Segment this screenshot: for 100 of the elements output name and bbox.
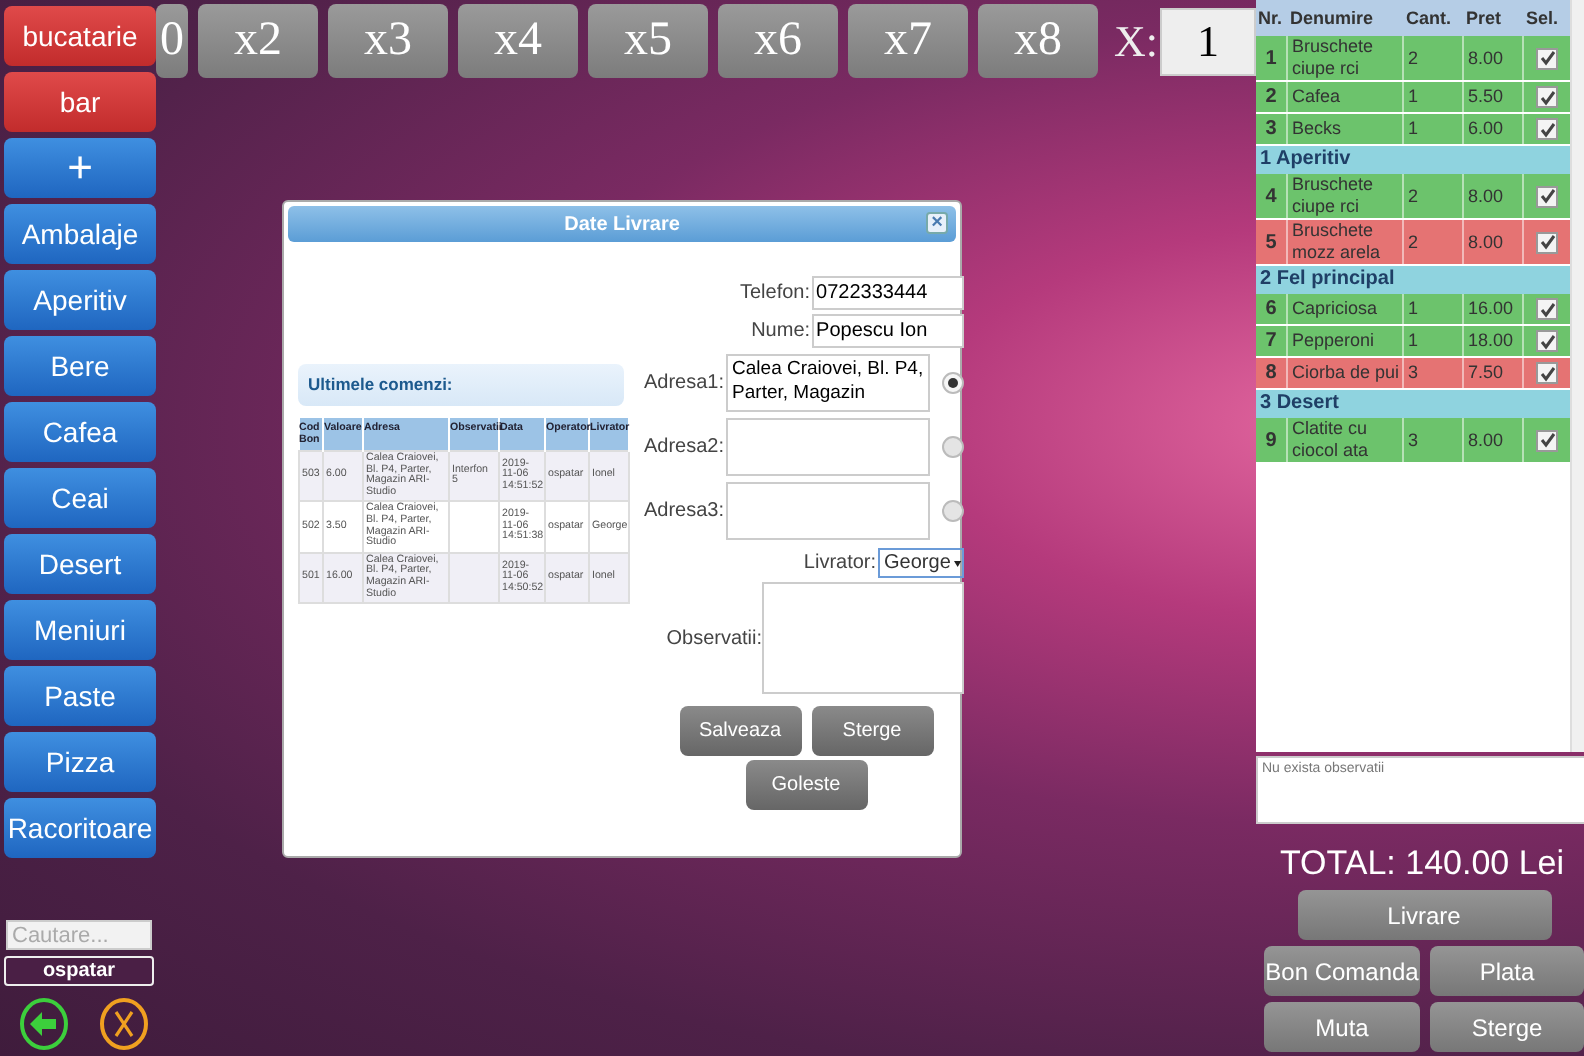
item-price: 16.00 [1464, 294, 1524, 324]
category-button[interactable]: Desert [4, 534, 156, 594]
category-button[interactable]: Ceai [4, 468, 156, 528]
item-name: Pepperoni [1288, 326, 1404, 356]
radio-button[interactable] [942, 436, 965, 458]
row-number: 1 [1256, 36, 1288, 80]
select-checkbox[interactable] [1536, 118, 1558, 140]
row-number: 4 [1256, 174, 1288, 218]
select-checkbox[interactable] [1536, 185, 1558, 207]
column-header: Nr. [1256, 8, 1285, 28]
order-row[interactable]: 6 Capriciosa 1 16.00 [1256, 294, 1570, 326]
item-name: Becks [1288, 114, 1404, 144]
multiplier-button[interactable]: x3 [328, 4, 448, 78]
item-name: Bruschete ciupe rci [1288, 174, 1404, 218]
search-field[interactable]: Cautare... [6, 920, 152, 950]
item-name: Capriciosa [1288, 294, 1404, 324]
close-button[interactable]: × [926, 212, 948, 234]
order-row[interactable]: 7 Pepperoni 1 18.00 [1256, 326, 1570, 358]
delivery-button[interactable]: Livrare [1297, 890, 1551, 940]
select-checkbox[interactable] [1536, 231, 1558, 253]
field-label: Adresa3: [644, 500, 725, 522]
x-circle-icon[interactable] [100, 998, 148, 1050]
item-quantity: 2 [1404, 36, 1464, 80]
address-field[interactable] [726, 482, 931, 540]
select-checkbox[interactable] [1536, 47, 1558, 69]
row-number: 8 [1256, 358, 1288, 388]
scrollbar[interactable] [1570, 0, 1584, 752]
save-button[interactable]: Salveaza [679, 706, 802, 756]
select-checkbox[interactable] [1536, 362, 1558, 384]
select-checkbox[interactable] [1536, 298, 1558, 320]
item-price: 6.00 [1464, 114, 1524, 144]
column-header: Cant. [1404, 8, 1453, 28]
category-button[interactable]: Pizza [4, 732, 156, 792]
action-button[interactable]: Sterge [1430, 1002, 1584, 1052]
phone-field[interactable]: 0722333444 [812, 276, 965, 310]
quantity-field[interactable]: 1 [1160, 7, 1256, 75]
category-button[interactable]: Aperitiv [4, 270, 156, 330]
total-label: TOTAL: 140.00 Lei [1277, 844, 1567, 884]
multiplier-button[interactable]: x7 [848, 4, 968, 78]
multiplier-button[interactable]: x2 [198, 4, 318, 78]
item-price: 18.00 [1464, 326, 1524, 356]
category-button[interactable]: Bere [4, 336, 156, 396]
item-name: Cafea [1288, 82, 1404, 112]
multiplier-button[interactable]: x6 [718, 4, 838, 78]
address-field[interactable]: Calea Craiovei, Bl. P4, Parter, Magazin [726, 354, 931, 412]
category-button[interactable]: Cafea [4, 402, 156, 462]
section-header: 1 Aperitiv [1256, 146, 1570, 174]
action-button[interactable]: Bon Comanda [1264, 946, 1420, 996]
item-name: Bruschete ciupe rci [1288, 36, 1404, 80]
radio-button[interactable] [942, 500, 965, 522]
order-row[interactable]: 3 Becks 1 6.00 [1256, 114, 1570, 146]
category-button[interactable]: bucatarie [4, 6, 156, 66]
field-label: Observatii: [666, 627, 763, 649]
category-button[interactable]: Ambalaje [4, 204, 156, 264]
item-price: 8.00 [1464, 418, 1524, 462]
item-quantity: 3 [1404, 418, 1464, 462]
field-label: Telefon: [740, 282, 811, 304]
row-number: 9 [1256, 418, 1288, 462]
dialog-title: Date Livrare [564, 213, 680, 235]
radio-button[interactable] [942, 372, 965, 394]
select-checkbox[interactable] [1536, 330, 1558, 352]
caret-icon [954, 559, 963, 567]
item-quantity: 1 [1404, 82, 1464, 112]
item-quantity: 2 [1404, 220, 1464, 264]
item-name: Ciorba de pui [1288, 358, 1404, 388]
row-number: 3 [1256, 114, 1288, 144]
courier-select[interactable]: George [878, 548, 965, 578]
quantity-label: X: [1114, 15, 1158, 67]
item-quantity: 1 [1404, 114, 1464, 144]
multiplier-button[interactable]: x4 [458, 4, 578, 78]
row-number: 6 [1256, 294, 1288, 324]
multiplier-button[interactable]: 0 [156, 4, 188, 78]
address-field[interactable] [726, 418, 931, 476]
category-button[interactable]: Meniuri [4, 600, 156, 660]
select-checkbox[interactable] [1536, 429, 1558, 451]
category-button[interactable]: + [4, 138, 156, 198]
action-button[interactable]: Muta [1264, 1002, 1420, 1052]
notes-field[interactable] [762, 582, 965, 694]
item-quantity: 1 [1404, 294, 1464, 324]
order-row[interactable]: 8 Ciorba de pui 3 7.50 [1256, 358, 1570, 390]
action-button[interactable]: Plata [1430, 946, 1584, 996]
item-price: 8.00 [1464, 36, 1524, 80]
column-header: Pret [1464, 8, 1504, 28]
order-row[interactable]: 2 Cafea 1 5.50 [1256, 82, 1570, 114]
category-button[interactable]: Paste [4, 666, 156, 726]
clear-button[interactable]: Goleste [745, 760, 868, 810]
item-price: 8.00 [1464, 174, 1524, 218]
item-price: 7.50 [1464, 358, 1524, 388]
item-name: Clatite cu ciocol ata [1288, 418, 1404, 462]
delete-button[interactable]: Sterge [811, 706, 934, 756]
section-header: 2 Fel principal [1256, 266, 1570, 294]
field-label: Adresa2: [644, 436, 725, 458]
name-field[interactable]: Popescu Ion [812, 314, 965, 348]
item-price: 5.50 [1464, 82, 1524, 112]
section-title: Ultimele comenzi: [298, 364, 624, 406]
multiplier-button[interactable]: x5 [588, 4, 708, 78]
category-button[interactable]: bar [4, 72, 156, 132]
multiplier-button[interactable]: x8 [978, 4, 1098, 78]
category-button[interactable]: Racoritoare [4, 798, 156, 858]
select-checkbox[interactable] [1536, 86, 1558, 108]
